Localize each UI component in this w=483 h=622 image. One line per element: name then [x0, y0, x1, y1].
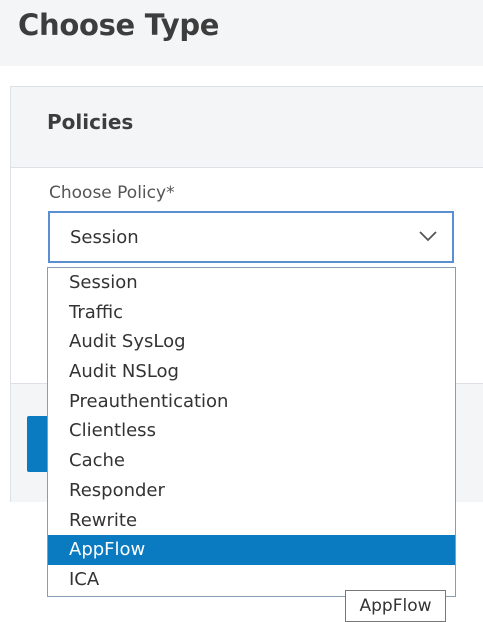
dropdown-option[interactable]: Preauthentication: [48, 387, 455, 417]
dropdown-option[interactable]: Audit NSLog: [48, 357, 455, 387]
panel-title: Policies: [47, 110, 134, 134]
dropdown-option[interactable]: Audit SysLog: [48, 327, 455, 357]
chevron-down-icon: [418, 226, 438, 246]
dropdown-option[interactable]: Session: [48, 268, 455, 298]
dropdown-option[interactable]: Responder: [48, 476, 455, 506]
choose-policy-label: Choose Policy*: [49, 183, 175, 203]
dropdown-option[interactable]: Clientless: [48, 416, 455, 446]
page-title: Choose Type: [18, 8, 220, 42]
dropdown-option[interactable]: AppFlow: [48, 535, 455, 565]
choose-policy-select[interactable]: Session: [48, 211, 454, 263]
panel-header: Policies: [11, 87, 483, 168]
dropdown-option[interactable]: Traffic: [48, 298, 455, 328]
policy-dropdown-list: Session Traffic Audit SysLog Audit NSLog Pre…: [47, 267, 456, 597]
dropdown-option[interactable]: Rewrite: [48, 506, 455, 536]
page-header: Choose Type: [0, 0, 483, 66]
select-current-value: Session: [70, 227, 139, 248]
dropdown-option[interactable]: Cache: [48, 446, 455, 476]
option-tooltip: AppFlow: [345, 590, 446, 622]
